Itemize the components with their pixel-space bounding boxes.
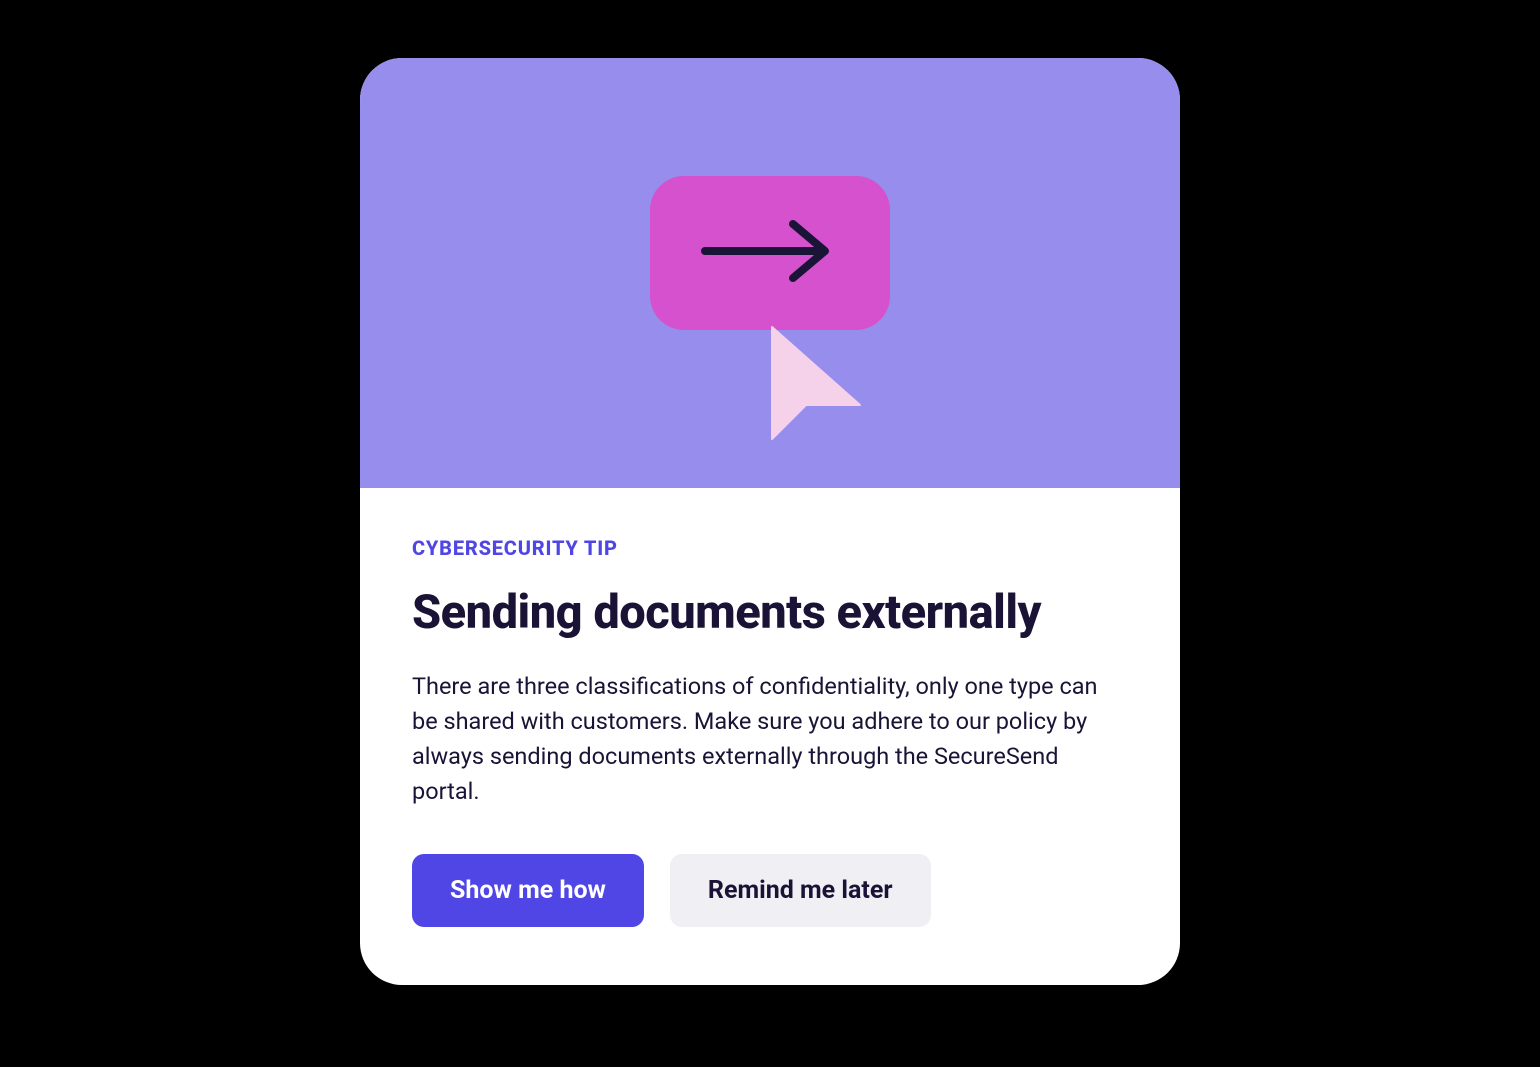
tip-card: CYBERSECURITY TIP Sending documents exte… (360, 58, 1180, 984)
arrow-right-icon (695, 216, 845, 290)
remind-me-later-button[interactable]: Remind me later (670, 854, 931, 927)
card-hero (360, 58, 1180, 488)
card-title: Sending documents externally (412, 586, 1128, 640)
cursor-icon (764, 319, 874, 463)
button-row: Show me how Remind me later (412, 854, 1128, 927)
card-body: CYBERSECURITY TIP Sending documents exte… (360, 488, 1180, 984)
show-me-how-button[interactable]: Show me how (412, 854, 644, 927)
eyebrow-label: CYBERSECURITY TIP (412, 536, 1128, 560)
hero-illustration-button (650, 176, 890, 330)
card-description: There are three classifications of confi… (412, 669, 1128, 810)
